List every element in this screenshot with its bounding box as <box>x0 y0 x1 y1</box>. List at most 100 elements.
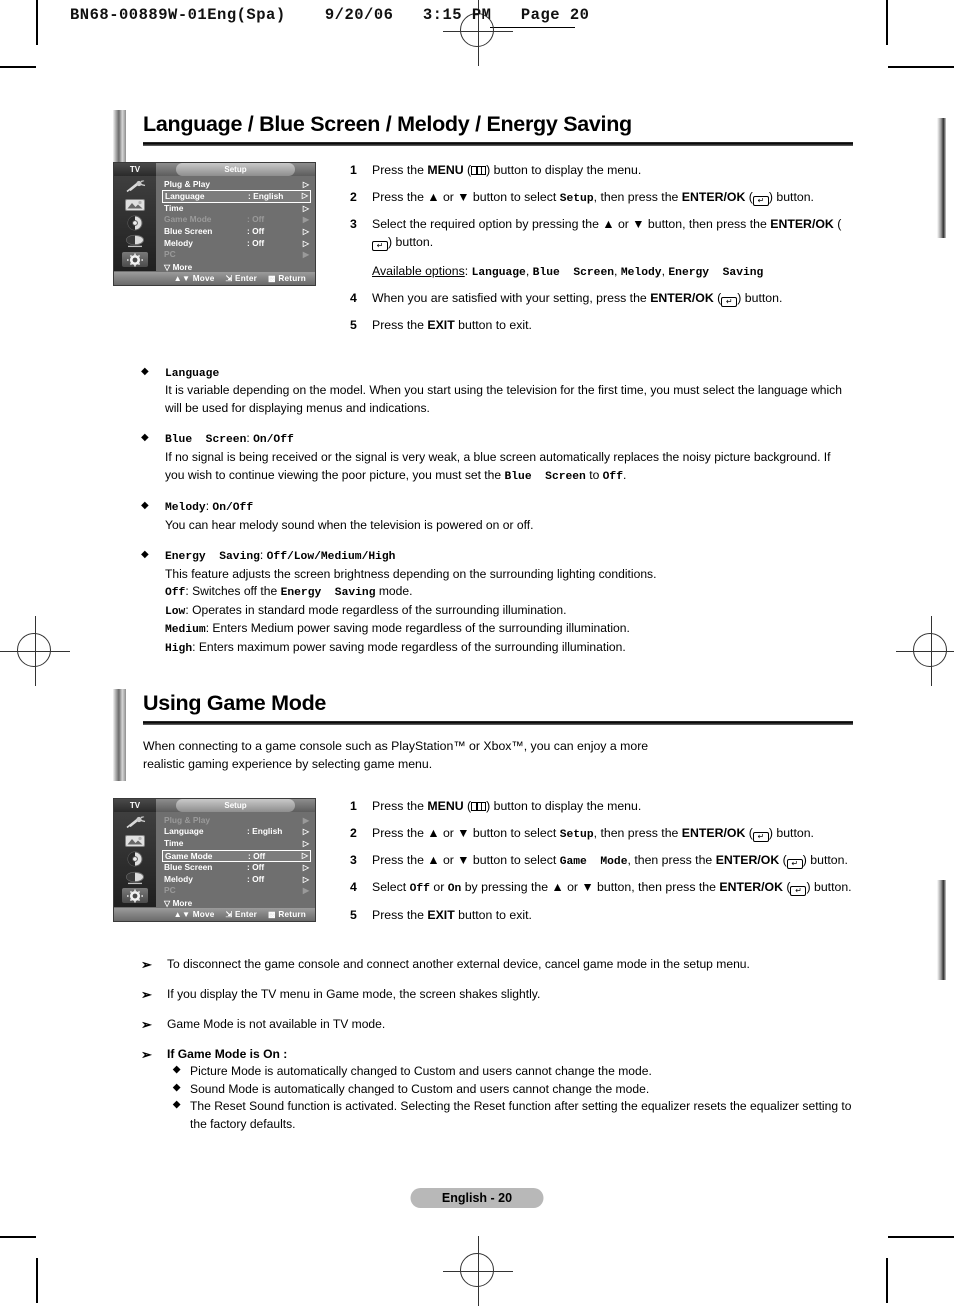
picture-icon[interactable] <box>122 198 148 213</box>
osd-row-name: PC <box>164 885 176 896</box>
osd-row-name: Game Mode <box>164 214 212 225</box>
osd-more-row[interactable]: ▽ More <box>162 897 311 908</box>
osd-row[interactable]: Language : English ▷ <box>162 190 311 203</box>
osd-row-value: : English <box>248 191 284 202</box>
setup-gear-icon[interactable] <box>122 252 148 268</box>
step-number: 1 <box>350 162 357 177</box>
osd-row[interactable]: Language : English ▷ <box>162 826 311 838</box>
osd-row-arrow-icon: ▷ <box>301 191 308 201</box>
osd-more-label: More <box>172 262 193 272</box>
antenna-icon[interactable] <box>122 179 148 194</box>
registration-mark-bottom <box>443 1236 513 1306</box>
osd-row: Plug & Play ▶ <box>162 815 311 827</box>
osd-row[interactable]: Game Mode : Off ▷ <box>162 849 311 863</box>
osd-key-enter: ⇲ Enter <box>225 910 257 920</box>
step-number: 4 <box>350 880 357 895</box>
sub-note-text: The Reset Sound function is activated. S… <box>190 1099 852 1131</box>
osd-row-name: Melody <box>164 873 193 884</box>
step-item: 1 Press the MENU () button to display the… <box>350 798 853 816</box>
osd-row-arrow-icon: ▷ <box>301 850 308 860</box>
diamond-bullet-icon: ◆ <box>173 1064 181 1076</box>
step-text: Press the ▲ or ▼ button to select Game M… <box>372 853 848 870</box>
sound-icon[interactable] <box>122 215 148 231</box>
osd-panel-2-wrap: TV Setup Plug & Play ▶ Language: Englis… <box>113 797 328 934</box>
osd-row[interactable]: Blue Screen : Off ▷ <box>162 226 311 238</box>
osd-row-name: Melody <box>164 237 193 248</box>
step-item: 1 Press the MENU () button to display the… <box>350 162 853 180</box>
osd-more-row[interactable]: ▽ More <box>162 261 311 272</box>
osd-row-value: : Off <box>247 873 265 884</box>
bullets-list-1: ◆ Language It is variable depending on the… <box>113 364 853 658</box>
osd-more-label: More <box>172 898 193 908</box>
osd-row-value: : Off <box>247 226 265 236</box>
osd-row: PC ▶ <box>162 885 311 897</box>
sub-note-item: ◆ Sound Mode is automatically changed to … <box>173 1081 853 1099</box>
osd-row-arrow-icon: ▷ <box>302 827 309 837</box>
channel-icon[interactable] <box>122 870 148 885</box>
picture-icon[interactable] <box>122 834 148 849</box>
osd-row-name: Language <box>165 191 205 202</box>
osd-sidebar-2 <box>114 811 156 907</box>
heading-accent-bar <box>113 689 126 782</box>
osd-row-arrow-icon: ▷ <box>302 227 309 236</box>
osd-title-wrap-1: Setup <box>156 162 315 176</box>
note-text: If you display the TV menu in Game mode,… <box>167 986 541 1001</box>
section-game-mode-heading: Using Game Mode When connecting to a gam… <box>113 689 853 782</box>
osd-row[interactable]: Melody : Off ▷ <box>162 238 311 250</box>
note-item: ➢ If you display the TV menu in Game mode… <box>141 986 853 1005</box>
section-game-mode-body: TV Setup Plug & Play ▶ Language: Englis… <box>113 797 853 934</box>
section-language-heading: Language / Blue Screen / Melody / Energy… <box>113 110 853 162</box>
bullet-text: Melody: On/Off You can hear melody sound … <box>165 499 534 532</box>
osd-row[interactable]: Blue Screen : Off ▷ <box>162 862 311 874</box>
sound-icon[interactable] <box>122 851 148 867</box>
osd-row[interactable]: Time ▷ <box>162 838 311 850</box>
bullet-text: Energy Saving: Off/Low/Medium/High This f… <box>165 548 657 655</box>
osd-key-move: ▲▼ Move <box>173 909 215 919</box>
osd-key-return: ▩ Return <box>267 274 306 284</box>
step-item: 4 Select Off or On by pressing the ▲ or ▼… <box>350 879 853 897</box>
step-number: 5 <box>350 907 357 922</box>
osd-row-name: Blue Screen <box>164 226 213 236</box>
step-text: Press the EXIT button to exit. <box>372 907 532 922</box>
osd-tv-label-1: TV <box>114 162 156 176</box>
osd-row-value: : Off <box>247 862 265 873</box>
sheet-header-text: BN68-00889W-01Eng(Spa) 9/20/06 3:15 PM P… <box>70 6 590 24</box>
bullet-item-energy-saving: ◆ Energy Saving: Off/Low/Medium/High This … <box>141 547 853 657</box>
channel-icon[interactable] <box>122 234 148 249</box>
osd-header-1: TV Setup <box>114 162 315 176</box>
registration-mark-right <box>896 616 954 686</box>
osd-body-1: Plug & Play ▷ Language : English ▷ Time <box>114 175 315 272</box>
osd-row-arrow-icon: ▷ <box>302 863 309 873</box>
step-number: 2 <box>350 189 357 204</box>
page-title: Language / Blue Screen / Melody / Energy… <box>143 112 632 136</box>
step-item: 3 Press the ▲ or ▼ button to select Game … <box>350 852 853 870</box>
osd-row[interactable]: Melody : Off ▷ <box>162 874 311 886</box>
osd-row-arrow-icon: ▶ <box>302 886 309 896</box>
tv-osd-setup-menu-1[interactable]: TV Setup Plug & Play ▷ Language: Englis… <box>113 161 316 286</box>
osd-row-arrow-icon: ▷ <box>302 839 309 849</box>
tv-osd-setup-menu-2[interactable]: TV Setup Plug & Play ▶ Language: Englis… <box>113 797 316 922</box>
arrow-bullet-icon: ➢ <box>141 1016 152 1032</box>
osd-row-name: Game Mode <box>165 850 213 861</box>
osd-row[interactable]: Time ▷ <box>162 203 311 215</box>
note-item: ➢ Game Mode is not available in TV mode. <box>141 1016 853 1035</box>
bullet-item-blue-screen: ◆ Blue Screen: On/Off If no signal is bein… <box>141 430 853 485</box>
step-text: Press the MENU () button to display the … <box>372 162 642 177</box>
osd-rows-1: Plug & Play ▷ Language : English ▷ Time <box>156 176 315 272</box>
osd-key-return: ▩ Return <box>267 910 306 920</box>
step-item: 2 Press the ▲ or ▼ button to select Setup… <box>350 189 853 207</box>
osd-row[interactable]: Plug & Play ▷ <box>162 179 311 191</box>
osd-row-value: : Off <box>247 214 265 225</box>
osd-row-arrow-icon: ▶ <box>302 250 309 260</box>
osd-row-value: : English <box>247 826 283 837</box>
crop-mark-top-right-h <box>888 66 954 68</box>
note-group: If Game Mode is On : ◆ Picture Mode is au… <box>167 1046 853 1134</box>
osd-footer-2: ▲▼ Move ⇲ Enter ▩ Return <box>114 907 315 921</box>
osd-key-move: ▲▼ Move <box>173 273 215 283</box>
page-title-2: Using Game Mode <box>143 691 327 716</box>
osd-tv-label-2: TV <box>114 798 156 812</box>
note-item: ➢ To disconnect the game console and conn… <box>141 956 853 975</box>
crop-mark-top-left-v <box>36 0 38 45</box>
setup-gear-icon[interactable] <box>122 888 148 904</box>
antenna-icon[interactable] <box>122 815 148 830</box>
